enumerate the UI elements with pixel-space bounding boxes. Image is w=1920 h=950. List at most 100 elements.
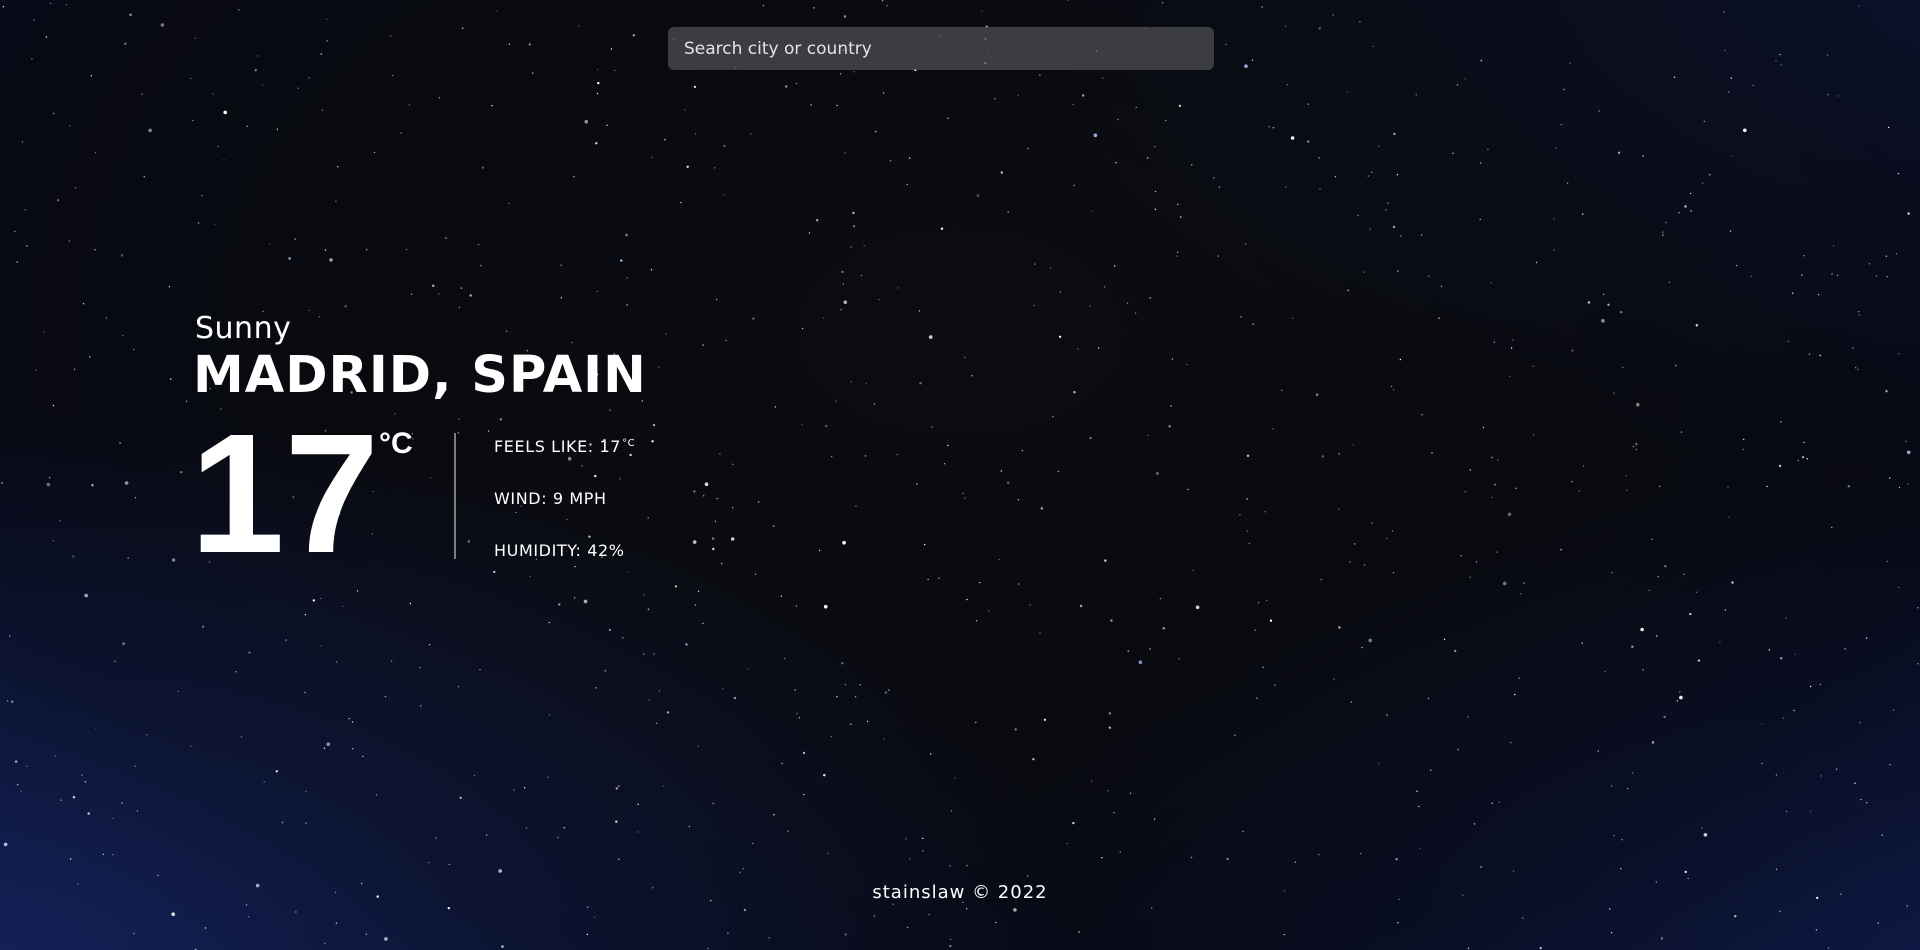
star: [1378, 762, 1380, 764]
star: [1363, 564, 1366, 566]
star: [1835, 768, 1838, 770]
star: [448, 863, 450, 866]
star: [860, 274, 863, 277]
star: [1785, 810, 1788, 813]
star: [1240, 316, 1242, 318]
star: [60, 799, 62, 801]
search-input[interactable]: [668, 27, 1214, 70]
star: [1082, 94, 1085, 97]
star: [1115, 162, 1117, 164]
star: [1703, 833, 1708, 837]
star: [825, 424, 828, 428]
star: [1072, 821, 1075, 825]
star: [1731, 154, 1733, 157]
star: [1598, 110, 1600, 112]
star: [966, 864, 968, 867]
star: [94, 151, 97, 154]
star: [632, 34, 635, 37]
star: [192, 119, 194, 122]
star: [25, 765, 28, 767]
star: [1743, 128, 1747, 133]
star: [720, 562, 723, 565]
star: [665, 333, 667, 335]
star: [276, 128, 279, 130]
star: [1392, 389, 1395, 391]
star: [1149, 648, 1151, 650]
star: [878, 298, 880, 301]
star: [428, 644, 431, 646]
star: [312, 599, 315, 602]
star: [384, 695, 387, 698]
star: [1701, 827, 1703, 829]
star: [1349, 561, 1351, 563]
star: [843, 300, 848, 305]
star: [1809, 685, 1812, 688]
star: [1512, 870, 1515, 872]
star: [762, 4, 764, 7]
star: [21, 141, 24, 143]
star: [1454, 649, 1457, 653]
star: [574, 597, 576, 599]
star: [844, 152, 846, 154]
star: [604, 669, 607, 672]
star: [1178, 658, 1180, 660]
star: [89, 356, 91, 358]
star: [1897, 172, 1900, 175]
star: [1793, 709, 1795, 712]
star: [686, 165, 689, 168]
star: [823, 317, 825, 319]
star: [1509, 375, 1511, 377]
star: [35, 369, 37, 371]
star: [1518, 677, 1520, 679]
star: [949, 865, 951, 867]
star: [143, 176, 145, 178]
star: [1159, 598, 1162, 600]
star: [1107, 790, 1110, 792]
star: [485, 834, 488, 836]
star: [1663, 715, 1666, 719]
star: [873, 915, 876, 917]
star: [68, 240, 71, 242]
star: [31, 58, 33, 60]
star: [1176, 255, 1178, 257]
star: [348, 717, 350, 720]
star: [1662, 234, 1664, 236]
star: [881, 0, 884, 2]
star: [1865, 637, 1868, 639]
star: [53, 112, 55, 115]
star: [940, 227, 944, 230]
star: [1723, 11, 1725, 13]
feels-like-unit: °C: [622, 438, 636, 449]
star: [1101, 857, 1103, 859]
star: [1246, 454, 1250, 457]
star: [1318, 157, 1320, 159]
star: [818, 549, 821, 552]
star: [1775, 60, 1777, 62]
star: [1093, 133, 1098, 138]
star: [1779, 910, 1781, 913]
star: [1190, 856, 1193, 859]
star: [1479, 865, 1483, 869]
star: [1149, 297, 1151, 299]
star: [1809, 810, 1812, 813]
star: [1077, 348, 1079, 350]
star: [823, 604, 828, 609]
star: [329, 258, 333, 262]
star: [1178, 104, 1182, 108]
star: [892, 903, 894, 905]
star: [802, 751, 806, 755]
star: [1889, 477, 1891, 479]
star: [853, 71, 855, 73]
star: [515, 511, 517, 514]
star: [884, 691, 888, 694]
star: [658, 690, 661, 692]
star: [1017, 499, 1020, 501]
star: [1392, 225, 1396, 229]
star: [1104, 559, 1107, 562]
star: [1286, 84, 1289, 86]
star: [647, 517, 649, 519]
star: [1333, 678, 1335, 680]
star: [1611, 572, 1613, 574]
star: [1239, 514, 1241, 516]
star: [480, 264, 482, 267]
